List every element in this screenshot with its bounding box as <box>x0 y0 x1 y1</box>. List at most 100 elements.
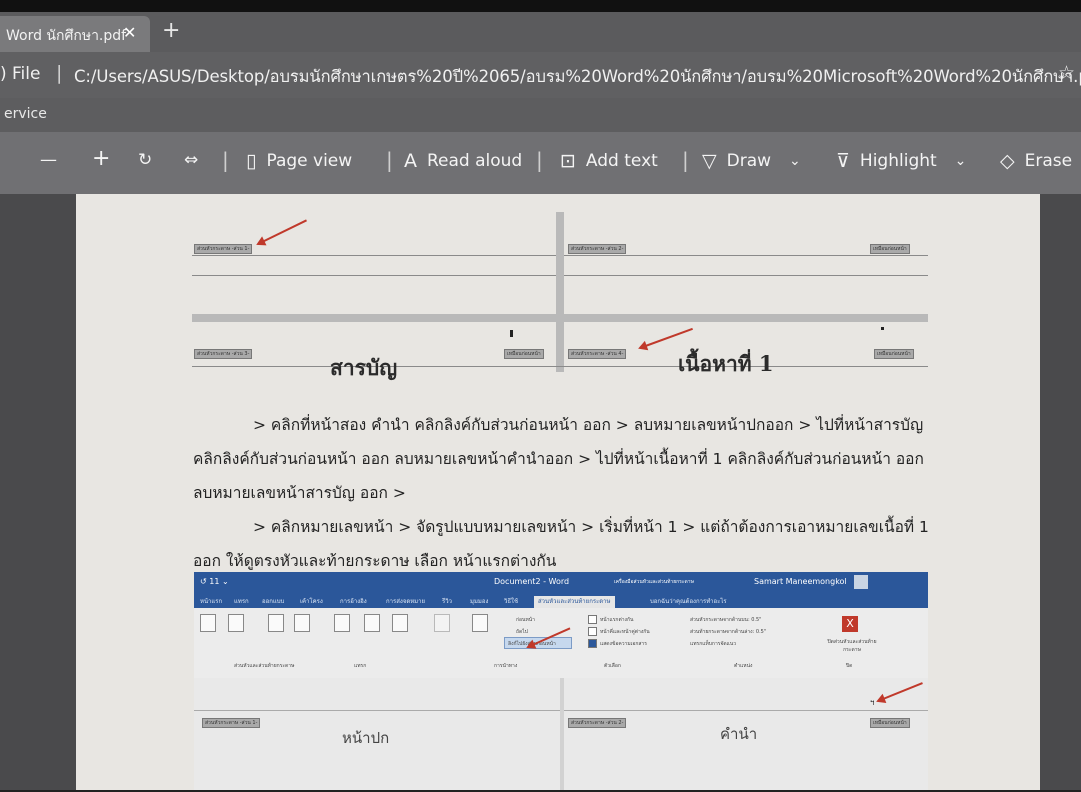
read-aloud-label: Read aloud <box>427 151 523 171</box>
url-field[interactable]: C:/Users/ASUS/Desktop/อบรมนักศึกษาเกษตร%… <box>74 64 1081 90</box>
word-title-bar: ↺ 11 ⌄ Document2 - Word เครื่องมือส่วนหั… <box>194 572 928 592</box>
draw-button[interactable]: ▽ Draw ⌄ <box>702 150 801 172</box>
highlight-icon: ⊽ <box>836 150 850 172</box>
erase-button[interactable]: ◇ Erase <box>1000 150 1072 172</box>
word-tab: มุมมอง <box>470 598 489 605</box>
goto-footer-icon <box>472 614 488 632</box>
red-arrow-annotation <box>257 219 307 245</box>
quick-parts-icon <box>334 614 350 632</box>
cursor-mark <box>881 327 884 330</box>
zoom-out-button[interactable]: — <box>40 150 57 170</box>
instruction-paragraph: > คลิกที่หน้าสอง คำนำ คลิกลิงค์กับส่วนก่… <box>193 408 953 578</box>
ribbon-diff-odd-even: หน้าคี่และหน้าคู่ต่างกัน <box>600 629 650 635</box>
page-gap <box>556 212 564 372</box>
header-tag: ส่วนหัวกระดาษ -ส่วน 3- <box>194 349 253 359</box>
toolbar-divider: | <box>536 148 543 172</box>
word-tab: แทรก <box>234 598 249 605</box>
word-user-name: Samart Maneemongkol <box>754 577 847 586</box>
ribbon-group-label: แทรก <box>354 663 367 669</box>
word-ribbon-tabs: หน้าแรก แทรก ออกแบบ เค้าโครง การอ้างอิง … <box>194 592 928 608</box>
word-context-title: เครื่องมือส่วนหัวและส่วนท้ายกระดาษ <box>614 579 694 585</box>
read-aloud-icon: A <box>404 150 417 172</box>
ribbon-group-label: ปิด <box>846 663 853 669</box>
ribbon-next: ถัดไป <box>516 629 528 635</box>
undo-icon: ↺ 11 ⌄ <box>200 577 229 586</box>
rotate-icon[interactable]: ↻ <box>138 150 152 170</box>
toolbar-divider: | <box>682 148 689 172</box>
header-sections-image: ส่วนหัวกระดาษ -ส่วน 1- ส่วนหัวกระดาษ -ส่… <box>192 212 932 380</box>
pdf-page: ส่วนหัวกระดาษ -ส่วน 1- ส่วนหัวกระดาษ -ส่… <box>76 194 1040 792</box>
toolbar-divider: | <box>386 148 393 172</box>
toc-label: สารบัญ <box>330 355 398 380</box>
draw-icon: ▽ <box>702 150 717 172</box>
zoom-in-button[interactable]: + <box>92 146 110 171</box>
info-icon[interactable]: ) <box>0 64 7 84</box>
doc-info-icon <box>294 614 310 632</box>
same-as-previous-tag: เหมือนก่อนหน้า <box>870 244 910 254</box>
browser-tab-strip: Word นักศึกษา.pdf ✕ + <box>0 12 1081 52</box>
eraser-icon: ◇ <box>1000 150 1015 172</box>
cover-page-label: หน้าปก <box>342 729 390 747</box>
paragraph-line: ลบหมายเลขหน้าสารบัญ ออก > <box>193 484 406 502</box>
checkbox-checked-icon <box>588 639 597 648</box>
paragraph-line: คลิกลิงค์กับส่วนก่อนหน้า ออก ลบหมายเลขหน… <box>193 450 924 468</box>
word-tab: ออกแบบ <box>262 598 285 605</box>
ribbon-prev: ก่อนหน้า <box>516 617 535 623</box>
pictures-icon <box>364 614 380 632</box>
word-tell-me: บอกฉันว่าคุณต้องการทำอะไร <box>650 598 727 605</box>
paragraph-line: > คลิกหมายเลขหน้า > จัดรูปแบบหมายเลขหน้า… <box>253 518 929 536</box>
word-screenshot-image: ↺ 11 ⌄ Document2 - Word เครื่องมือส่วนหั… <box>194 572 928 792</box>
same-as-previous-tag: เหมือนก่อนหน้า <box>870 718 910 728</box>
word-document-area: ส่วนหัวกระดาษ -ส่วน 1- ส่วนหัวกระดาษ -ส่… <box>194 678 928 792</box>
photo-of-screen: Word นักศึกษา.pdf ✕ + ) File | C:/Users/… <box>0 0 1081 792</box>
header-tag: ส่วนหัวกระดาษ -ส่วน 1- <box>194 244 253 254</box>
highlight-button[interactable]: ⊽ Highlight ⌄ <box>836 150 966 172</box>
ribbon-group-label: การนำทาง <box>494 663 518 669</box>
add-text-label: Add text <box>585 151 658 171</box>
add-text-button[interactable]: ⊡ Add text <box>560 150 658 172</box>
header-tag: ส่วนหัวกระดาษ -ส่วน 4- <box>568 349 627 359</box>
ribbon-group-label: ตัวเลือก <box>604 663 621 669</box>
address-bar: ) File | C:/Users/ASUS/Desktop/อบรมนักศึ… <box>0 52 1081 98</box>
screen-bezel <box>0 0 1081 12</box>
goto-header-icon <box>434 614 450 632</box>
ribbon-group-label: ส่วนหัวและส่วนท้ายกระดาษ <box>234 663 295 669</box>
tab-title: Word นักศึกษา.pdf <box>6 28 127 44</box>
page-view-label: Page view <box>266 151 353 171</box>
favorite-star-icon[interactable]: ☆ <box>1058 62 1075 84</box>
page-gap <box>560 678 564 792</box>
preface-page-label: คำนำ <box>720 725 758 743</box>
page-number-icon <box>228 614 244 632</box>
online-pictures-icon <box>392 614 408 632</box>
ribbon-close-label: ปิดส่วนหัวและส่วนท้ายกระดาษ <box>827 639 877 653</box>
read-aloud-button[interactable]: A Read aloud <box>404 150 522 172</box>
browser-tab[interactable]: Word นักศึกษา.pdf ✕ <box>0 16 150 52</box>
close-icon[interactable]: ✕ <box>123 23 136 42</box>
ribbon-group-label: ตำแหน่ง <box>734 663 753 669</box>
header-line <box>192 366 928 367</box>
favorites-bar: ervice <box>0 98 1081 132</box>
word-tab: วิธีใช้ <box>504 598 519 605</box>
content-label: เนื้อหาที่ 1 <box>678 351 774 376</box>
page-view-button[interactable]: ▯ Page view <box>246 150 352 172</box>
chevron-down-icon[interactable]: ⌄ <box>789 153 801 169</box>
header-tag: ส่วนหัวกระดาษ -ส่วน 1- <box>202 718 261 728</box>
word-ribbon: ส่วนหัวและส่วนท้ายกระดาษ แทรก ก่อนหน้า ถ… <box>194 608 928 679</box>
word-tab: หน้าแรก <box>200 598 223 605</box>
header-tag: ส่วนหัวกระดาษ -ส่วน 2- <box>568 718 627 728</box>
fit-width-icon[interactable]: ⇔ <box>184 150 198 170</box>
favorite-item[interactable]: ervice <box>4 106 47 122</box>
address-separator: | <box>56 62 63 84</box>
header-tag: ส่วนหัวกระดาษ -ส่วน 2- <box>568 244 627 254</box>
highlight-label: Highlight <box>859 151 937 171</box>
red-arrow-annotation <box>877 682 923 702</box>
ribbon-show-text: แสดงข้อความเอกสาร <box>600 641 647 647</box>
ribbon-footer-bottom: ส่วนท้ายกระดาษจากด้านล่าง: 0.5" <box>690 629 767 635</box>
page-view-icon: ▯ <box>246 150 257 172</box>
ribbon-diff-first: หน้าแรกต่างกัน <box>600 617 634 623</box>
new-tab-icon[interactable]: + <box>162 20 180 42</box>
checkbox-icon <box>588 615 597 624</box>
avatar <box>854 575 868 589</box>
word-tab: รีวิว <box>442 598 452 605</box>
chevron-down-icon[interactable]: ⌄ <box>955 153 967 169</box>
